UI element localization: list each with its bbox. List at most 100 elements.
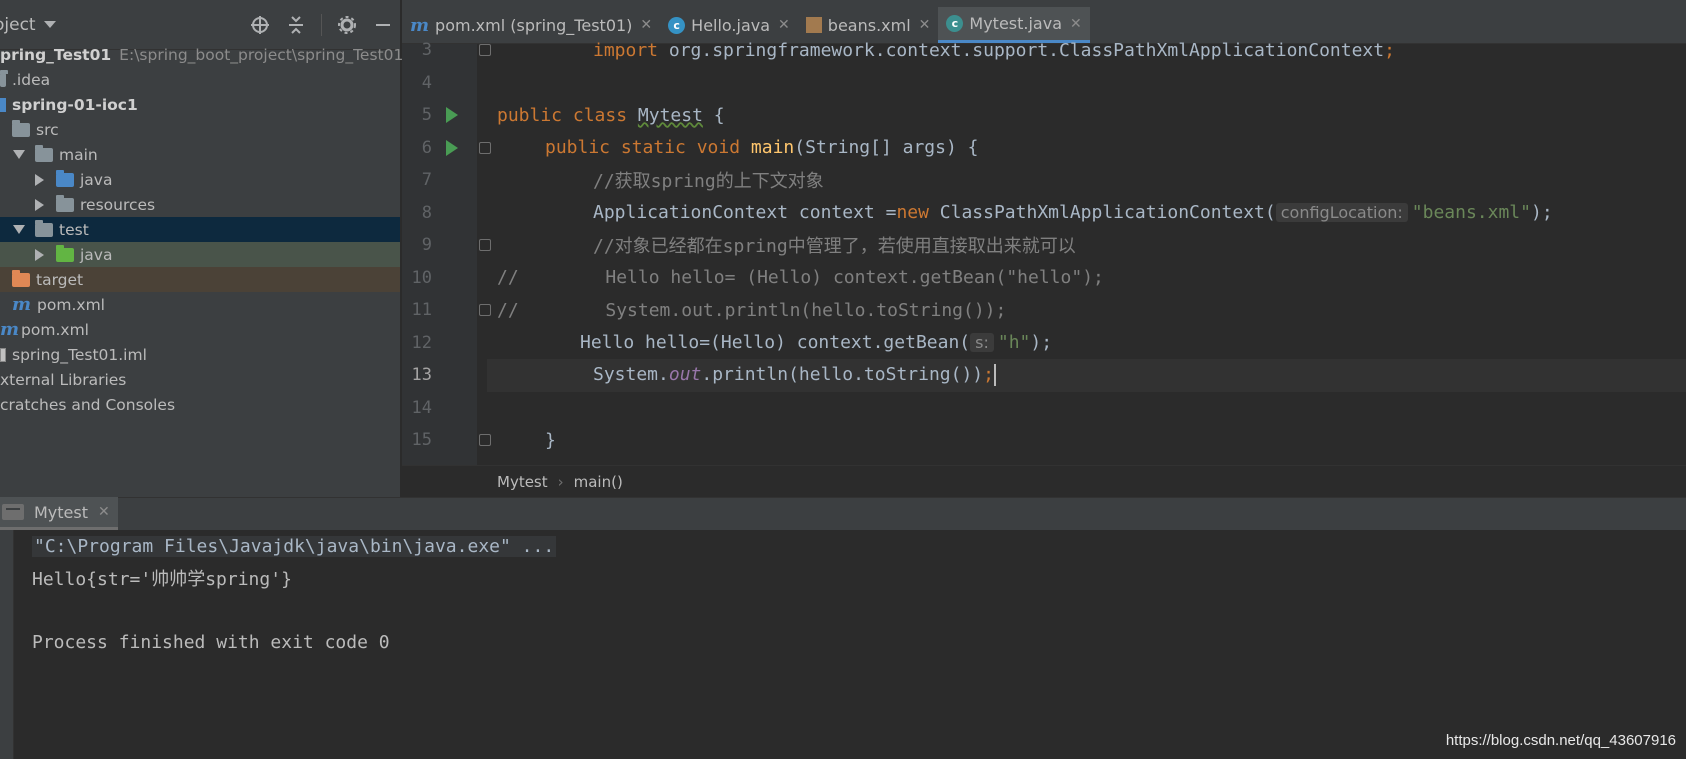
code-text: public class Mytest { <box>497 105 725 126</box>
tree-item-iml[interactable]: spring_Test01.iml <box>0 342 400 367</box>
code-editor[interactable]: 3 import org.springframework.context.sup… <box>402 40 1686 465</box>
close-icon[interactable]: ✕ <box>640 17 652 33</box>
chevron-down-icon[interactable] <box>43 21 56 28</box>
close-icon[interactable]: ✕ <box>1070 16 1082 32</box>
xml-icon <box>805 17 822 33</box>
chevron-right-icon[interactable] <box>35 173 44 186</box>
excluded-folder-icon <box>12 269 30 287</box>
current-line: 13 System.out.println(hello.toString()); <box>412 359 1686 392</box>
chevron-right-icon[interactable] <box>35 248 44 261</box>
line-number: 15 <box>411 430 432 451</box>
code-function: main <box>750 137 795 159</box>
code-line: 7 //获取spring的上下文对象 <box>402 164 1686 197</box>
chevron-right-icon[interactable] <box>35 198 44 211</box>
code-line: 14 <box>402 392 1686 425</box>
locate-icon[interactable] <box>249 14 271 36</box>
code-line: 6 public static void main(String[] args)… <box>402 132 1686 165</box>
tree-item-main-java[interactable]: java <box>0 167 400 192</box>
chevron-down-icon[interactable] <box>13 150 25 159</box>
run-icon[interactable] <box>446 107 458 124</box>
breadcrumb-item[interactable]: Mytest <box>497 473 548 491</box>
text-caret <box>993 364 996 387</box>
code-text: import org.springframework.context.suppo… <box>497 40 1395 61</box>
console-command[interactable]: "C:\Program Files\Javajdk\java\bin\java.… <box>32 535 557 557</box>
close-icon[interactable]: ✕ <box>98 504 110 520</box>
run-console[interactable]: "C:\Program Files\Javajdk\java\bin\java.… <box>0 530 1686 759</box>
line-number: 7 <box>421 170 432 191</box>
close-icon[interactable]: ✕ <box>919 17 931 33</box>
fold-icon[interactable] <box>479 44 491 57</box>
code-line: 3 import org.springframework.context.sup… <box>402 34 1686 67</box>
collapse-all-icon[interactable] <box>285 14 307 36</box>
line-number: 9 <box>421 235 432 256</box>
module-icon <box>0 97 6 112</box>
run-tab-mytest[interactable]: Mytest ✕ <box>0 497 118 530</box>
tree-item-main[interactable]: main <box>0 142 400 167</box>
resources-folder-icon <box>56 194 74 212</box>
folder-icon <box>12 119 30 137</box>
tab-label: Hello.java <box>691 15 771 35</box>
project-path: E:\spring_boot_project\spring_Test01 <box>119 45 404 64</box>
class-icon: c <box>668 16 686 34</box>
parameter-hint: configLocation: <box>1275 203 1408 223</box>
code-token: .println(hello.toString()) <box>701 364 984 386</box>
code-text: Hello hello=(Hello) context.getBean(s: "h… <box>497 332 1052 353</box>
project-panel: oject pring_Test01 E:\spring_boot_projec… <box>0 0 404 497</box>
project-view-selector[interactable]: oject <box>0 15 36 35</box>
tree-item-project-root[interactable]: pring_Test01 E:\spring_boot_project\spri… <box>0 42 404 67</box>
code-line: 15 } <box>402 424 1686 457</box>
gear-icon[interactable] <box>336 14 358 36</box>
line-number: 13 <box>411 365 432 386</box>
line-number: 5 <box>421 105 432 126</box>
run-tab-label: Mytest <box>34 502 88 522</box>
fold-icon[interactable] <box>479 304 491 317</box>
fold-icon[interactable] <box>479 434 491 447</box>
tree-item-src[interactable]: src <box>0 117 400 142</box>
code-token: ); <box>1530 202 1553 224</box>
tree-item-scratches[interactable]: cratches and Consoles <box>0 392 400 417</box>
class-icon: c <box>946 15 964 32</box>
code-token: org.springframework.context.support.Clas… <box>668 39 1385 61</box>
maven-icon: m <box>0 319 20 340</box>
code-token: { <box>702 104 725 126</box>
tree-item-target[interactable]: target <box>0 267 400 292</box>
folder-icon <box>0 69 8 87</box>
tree-item-label: resources <box>80 195 156 214</box>
tree-item-test-java[interactable]: java <box>0 242 400 267</box>
console-line: Process finished with exit code 0 <box>32 631 390 653</box>
tree-item-label: xternal Libraries <box>0 370 127 389</box>
tree-item-idea[interactable]: .idea <box>0 67 400 92</box>
breadcrumb-item[interactable]: main() <box>574 473 623 491</box>
toolbar-divider <box>321 14 322 36</box>
code-token: ApplicationContext context = <box>593 202 897 224</box>
source-folder-icon <box>56 169 74 187</box>
tree-item-label: java <box>80 170 113 189</box>
tree-item-label: test <box>59 220 89 239</box>
tab-label: Mytest.java <box>969 14 1062 33</box>
tab-label: pom.xml (spring_Test01) <box>435 15 633 35</box>
fold-icon[interactable] <box>479 239 491 252</box>
chevron-down-icon[interactable] <box>13 225 25 234</box>
code-text: System.out.println(hello.toString()); <box>497 364 996 387</box>
tree-item-module[interactable]: spring-01-ioc1 <box>0 92 400 117</box>
code-token: (String[] args) { <box>794 137 979 159</box>
code-line: 8 ApplicationContext context =new ClassP… <box>402 197 1686 230</box>
tree-item-resources[interactable]: resources <box>0 192 400 217</box>
close-icon[interactable]: ✕ <box>778 17 790 33</box>
tree-item-label: spring-01-ioc1 <box>12 95 138 114</box>
line-number: 11 <box>411 300 432 321</box>
iml-file-icon <box>0 347 6 362</box>
hide-panel-icon[interactable] <box>372 14 394 36</box>
parameter-hint: s: <box>970 333 994 353</box>
line-number: 14 <box>411 397 432 418</box>
test-folder-icon <box>56 244 74 262</box>
tree-item-module-pom[interactable]: m pom.xml <box>0 292 400 317</box>
tree-item-root-pom[interactable]: m pom.xml <box>0 317 400 342</box>
run-icon[interactable] <box>446 139 458 156</box>
code-text: ApplicationContext context =new ClassPat… <box>497 202 1553 223</box>
line-number: 4 <box>421 72 432 93</box>
tree-item-label: cratches and Consoles <box>0 395 176 414</box>
tree-item-external-libraries[interactable]: xternal Libraries <box>0 367 400 392</box>
tree-item-test[interactable]: test <box>0 217 400 242</box>
fold-icon[interactable] <box>479 141 491 154</box>
